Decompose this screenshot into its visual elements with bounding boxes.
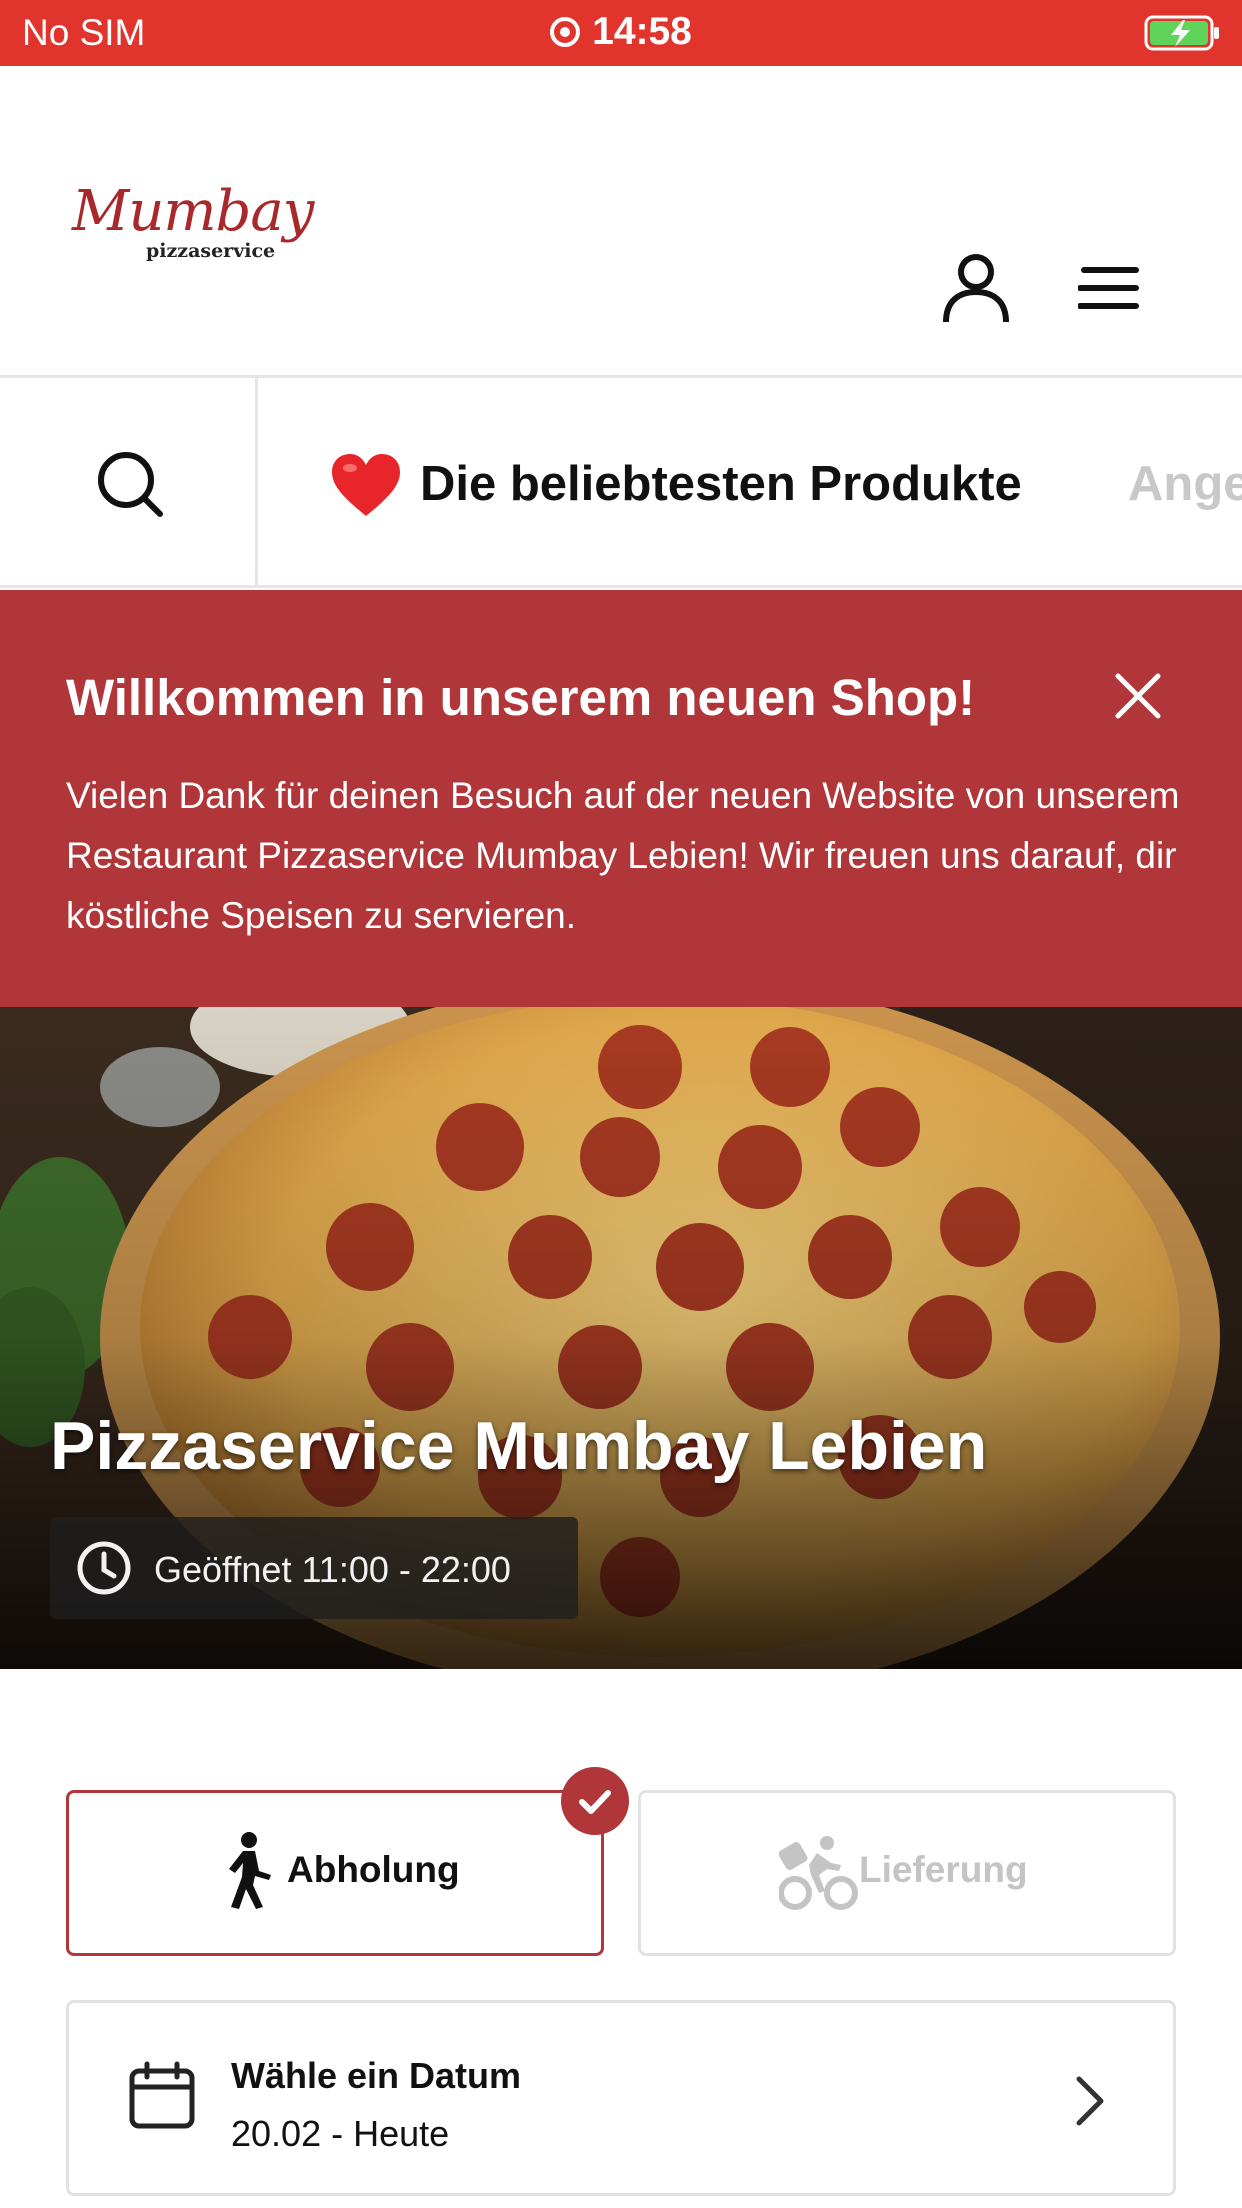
hamburger-menu-icon[interactable] <box>1078 262 1142 314</box>
screen-recording-icon <box>550 17 581 47</box>
pickup-option[interactable]: Abholung <box>66 1790 604 1956</box>
delivery-label: Lieferung <box>859 1849 1028 1890</box>
welcome-banner: Willkommen in unserem neuen Shop! Vielen… <box>0 590 1242 1007</box>
site-header: Mumbay pizzaservice <box>0 66 1242 378</box>
date-picker-value: 20.02 - Heute <box>231 2113 450 2154</box>
selected-check-icon <box>561 1767 629 1835</box>
opening-hours-text: Geöffnet 11:00 - 22:00 <box>154 1549 511 1590</box>
logo-subtitle: pizzaservice <box>146 240 276 262</box>
banner-text: Vielen Dank für deinen Besuch auf der ne… <box>66 775 1180 936</box>
status-time: 14:58 <box>592 10 692 53</box>
category-tab-next[interactable]: Ange <box>1128 456 1242 512</box>
search-button[interactable] <box>0 378 258 585</box>
banner-title: Willkommen in unserem neuen Shop! <box>66 669 976 726</box>
restaurant-name: Pizzaservice Mumbay Lebien <box>50 1408 988 1484</box>
heart-icon <box>332 454 400 516</box>
status-bar: No SIM 14:58 <box>0 0 1242 66</box>
walking-person-icon <box>229 1832 271 1909</box>
clock-icon <box>77 1541 131 1595</box>
date-picker[interactable]: Wähle ein Datum 20.02 - Heute <box>66 2000 1176 2196</box>
category-nav: Die beliebtesten Produkte Ange <box>0 378 1242 588</box>
delivery-option[interactable]: Lieferung <box>638 1790 1176 1956</box>
opening-hours-badge: Geöffnet 11:00 - 22:00 <box>50 1517 578 1619</box>
brand-logo[interactable]: Mumbay pizzaservice <box>72 179 314 264</box>
category-tab-popular[interactable]: Die beliebtesten Produkte <box>420 456 1022 512</box>
status-time-group: 14:58 <box>0 10 1242 54</box>
date-picker-label: Wähle ein Datum <box>231 2055 522 2096</box>
logo-wordmark: Mumbay <box>72 179 314 244</box>
chevron-right-icon <box>1076 2076 1104 2126</box>
delivery-bike-icon <box>779 1836 858 1910</box>
search-icon <box>98 452 163 517</box>
battery-charging-icon <box>1144 15 1219 51</box>
user-account-icon[interactable] <box>940 252 1012 324</box>
hero-section: Pizzaservice Mumbay Lebien Geöffnet 11:0… <box>0 1007 1242 1669</box>
pickup-label: Abholung <box>287 1849 460 1890</box>
close-icon[interactable] <box>1112 670 1164 722</box>
calendar-icon <box>129 2061 195 2129</box>
